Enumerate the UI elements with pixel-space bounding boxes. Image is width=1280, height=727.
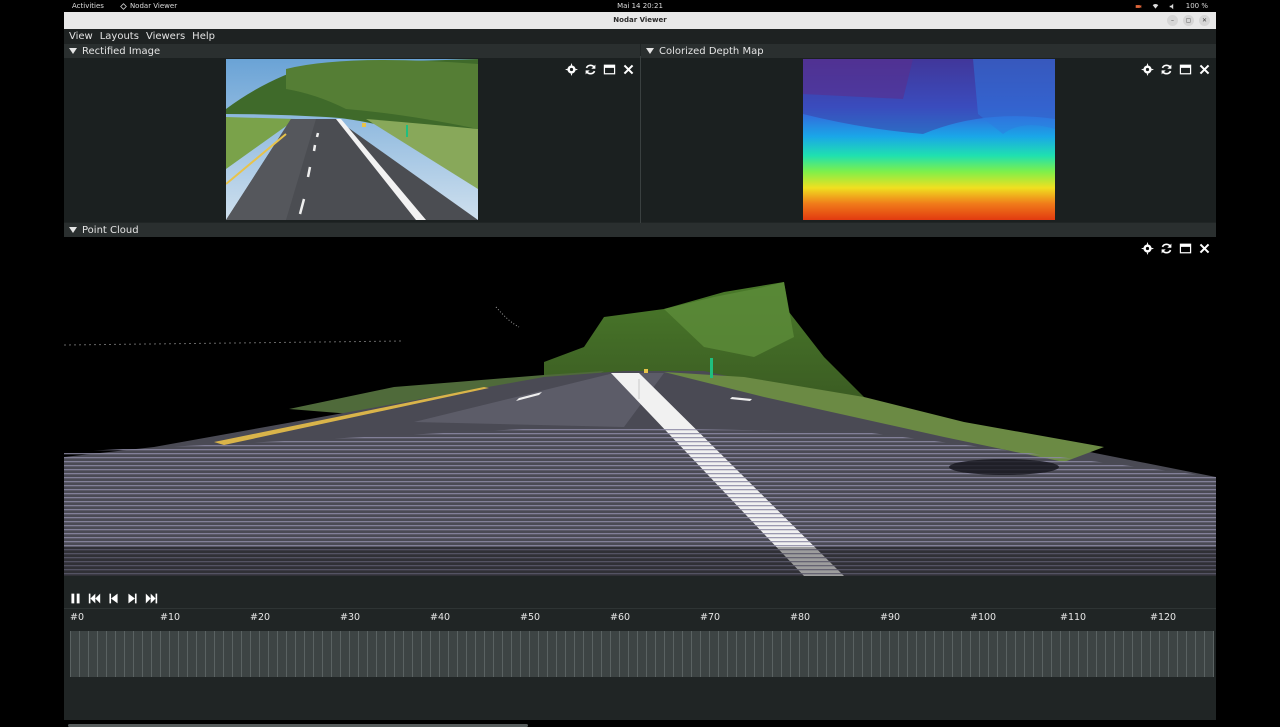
- frame-tick: #70: [700, 612, 721, 623]
- collapse-triangle-icon[interactable]: [69, 48, 77, 54]
- refresh-icon[interactable]: [1159, 241, 1174, 256]
- maximize-icon[interactable]: [1178, 241, 1193, 256]
- frame-ruler: #0 #10 #20 #30 #40 #50 #60 #70 #80 #90 #…: [64, 612, 1216, 624]
- menu-viewers[interactable]: Viewers: [146, 31, 189, 42]
- panel-header[interactable]: Rectified Image: [64, 44, 640, 58]
- frame-tick: #20: [250, 612, 271, 623]
- gear-icon[interactable]: [1140, 241, 1155, 256]
- frame-tick: #40: [430, 612, 451, 623]
- panel-title: Point Cloud: [82, 224, 139, 236]
- system-top-bar: Activities Nodar Viewer Mai 14 20:21 100…: [0, 0, 1280, 12]
- frame-tick: #30: [340, 612, 361, 623]
- depth-map-view[interactable]: [641, 58, 1216, 222]
- depth-map-panel: Colorized Depth Map: [641, 44, 1216, 222]
- ruler-separator: [64, 608, 1216, 609]
- frame-tick: #0: [70, 612, 85, 623]
- panel-splitter[interactable]: [640, 56, 641, 234]
- rectified-image-panel: Rectified Image: [64, 44, 640, 222]
- menu-view[interactable]: View: [69, 31, 97, 42]
- minimize-button[interactable]: –: [1167, 15, 1178, 26]
- camera-icon[interactable]: [1135, 3, 1142, 10]
- playback-controls: [68, 591, 158, 605]
- panel-header[interactable]: Point Cloud: [64, 223, 1216, 237]
- window-title: Nodar Viewer: [613, 16, 667, 24]
- skip-to-end-icon[interactable]: [144, 591, 158, 605]
- pause-icon[interactable]: [68, 591, 82, 605]
- frame-tick: #100: [970, 612, 997, 623]
- collapse-triangle-icon[interactable]: [646, 48, 654, 54]
- frame-tick: #90: [880, 612, 901, 623]
- maximize-icon[interactable]: [602, 62, 617, 77]
- skip-to-start-icon[interactable]: [87, 591, 101, 605]
- collapse-triangle-icon[interactable]: [69, 227, 77, 233]
- app-window: Nodar Viewer – ▢ ✕ View Layouts Viewers …: [64, 12, 1216, 727]
- point-cloud-render: [64, 282, 1216, 576]
- frame-tick: #50: [520, 612, 541, 623]
- point-cloud-panel: Point Cloud: [64, 223, 1216, 576]
- panel-title: Colorized Depth Map: [659, 45, 764, 57]
- frame-tick: #80: [790, 612, 811, 623]
- frame-tick: #120: [1150, 612, 1177, 623]
- point-cloud-tools: [1140, 241, 1212, 256]
- menu-layouts[interactable]: Layouts: [100, 31, 143, 42]
- step-back-icon[interactable]: [106, 591, 120, 605]
- close-button[interactable]: ✕: [1199, 15, 1210, 26]
- battery-level[interactable]: 100 %: [1186, 2, 1208, 10]
- rectified-image-view[interactable]: [64, 58, 640, 222]
- frame-tick: #10: [160, 612, 181, 623]
- volume-icon[interactable]: [1169, 3, 1176, 10]
- panel-title: Rectified Image: [82, 45, 161, 57]
- step-forward-icon[interactable]: [125, 591, 139, 605]
- maximize-button[interactable]: ▢: [1183, 15, 1194, 26]
- close-icon[interactable]: [621, 62, 636, 77]
- frame-tick: #110: [1060, 612, 1087, 623]
- panel-header[interactable]: Colorized Depth Map: [641, 44, 1216, 58]
- window-titlebar[interactable]: Nodar Viewer – ▢ ✕: [64, 12, 1216, 29]
- depth-tools: [1140, 62, 1212, 77]
- frame-timeline[interactable]: [70, 631, 1214, 677]
- refresh-icon[interactable]: [583, 62, 598, 77]
- close-icon[interactable]: [1197, 241, 1212, 256]
- close-icon[interactable]: [1197, 62, 1212, 77]
- gear-icon[interactable]: [564, 62, 579, 77]
- menu-help[interactable]: Help: [192, 31, 219, 42]
- clock[interactable]: Mai 14 20:21: [617, 2, 663, 10]
- point-cloud-view[interactable]: [64, 237, 1216, 576]
- rectified-tools: [564, 62, 636, 77]
- maximize-icon[interactable]: [1178, 62, 1193, 77]
- refresh-icon[interactable]: [1159, 62, 1174, 77]
- depth-map-image: [803, 59, 1055, 220]
- menu-bar: View Layouts Viewers Help: [64, 29, 1216, 44]
- rectified-image: [226, 59, 478, 220]
- gear-icon[interactable]: [1140, 62, 1155, 77]
- playback-panel: #0 #10 #20 #30 #40 #50 #60 #70 #80 #90 #…: [64, 587, 1216, 727]
- frame-tick: #60: [610, 612, 631, 623]
- wifi-icon[interactable]: [1152, 3, 1159, 10]
